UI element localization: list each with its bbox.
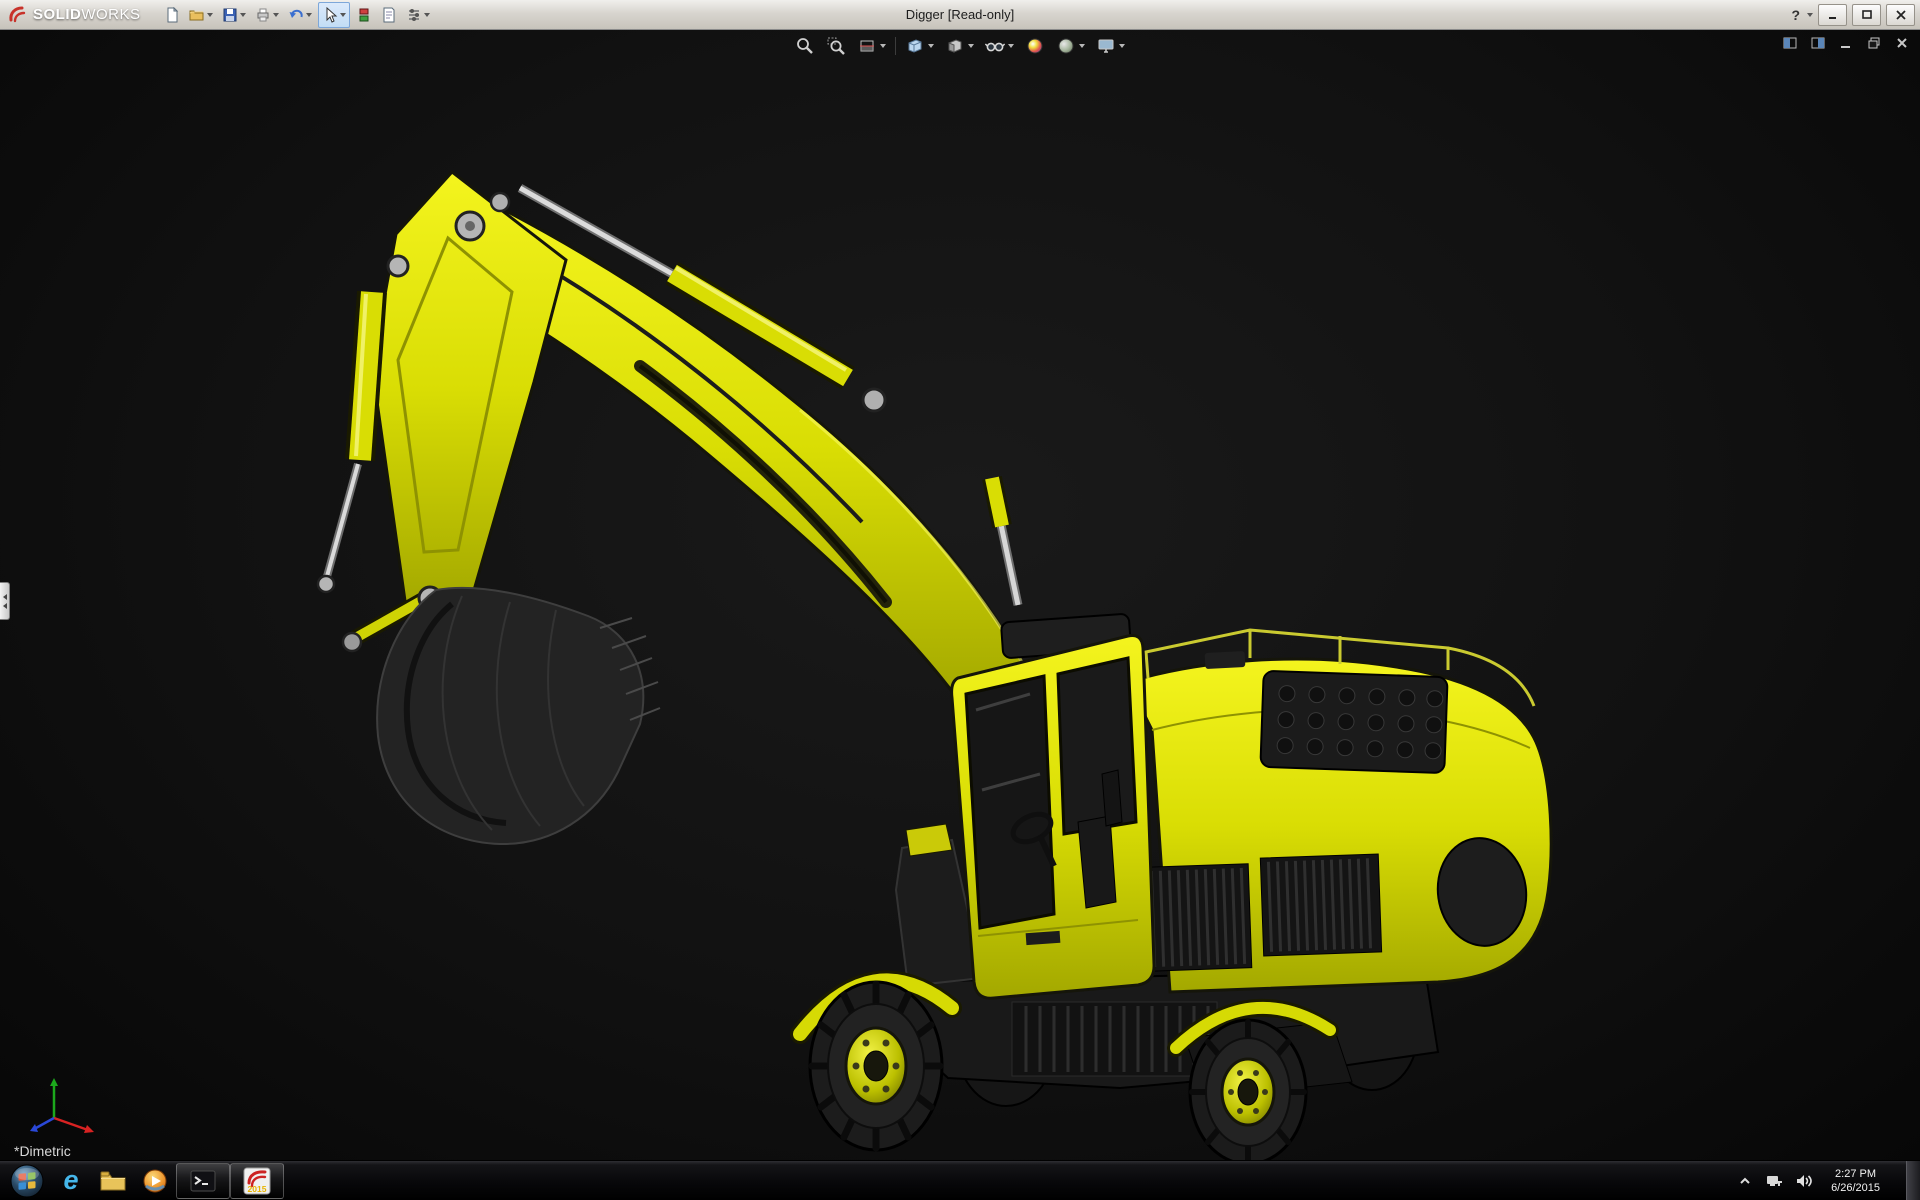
print-button[interactable] — [252, 3, 282, 27]
select-dropdown-arrow[interactable] — [340, 13, 346, 17]
system-tray: 2:27 PM 6/26/2015 — [1737, 1161, 1920, 1200]
start-button[interactable] — [10, 1164, 44, 1198]
windshield — [966, 676, 1054, 928]
internet-explorer-icon: e — [63, 1167, 78, 1194]
open-dropdown-arrow[interactable] — [207, 13, 213, 17]
new-document-icon — [164, 7, 180, 23]
taskbar-windows-explorer[interactable] — [92, 1163, 134, 1199]
hidden-icons-chevron[interactable] — [1737, 1173, 1753, 1189]
cab — [952, 614, 1154, 999]
taskbar-internet-explorer[interactable]: e — [50, 1163, 92, 1199]
close-button[interactable] — [1886, 4, 1915, 26]
open-folder-icon — [189, 7, 205, 23]
new-document-button[interactable] — [161, 3, 183, 27]
folder-icon — [99, 1169, 127, 1193]
minimize-icon — [1827, 9, 1839, 21]
undo-dropdown-arrow[interactable] — [306, 13, 312, 17]
taskbar-media-player[interactable] — [134, 1163, 176, 1199]
taskbar-solidworks[interactable]: 2015 — [230, 1163, 284, 1199]
taskbar-command-prompt[interactable] — [176, 1163, 230, 1199]
save-dropdown-arrow[interactable] — [240, 13, 246, 17]
titlebar[interactable]: SOLIDWORKS — [0, 0, 1920, 30]
options-dropdown-arrow[interactable] — [424, 13, 430, 17]
command-prompt-icon — [190, 1170, 216, 1192]
window-title: Digger [Read-only] — [906, 7, 1014, 22]
undo-button[interactable] — [285, 3, 315, 27]
maximize-icon — [1861, 9, 1873, 21]
windows-start-icon — [10, 1164, 44, 1198]
select-button[interactable] — [318, 2, 350, 28]
options-icon — [406, 7, 422, 23]
media-player-icon — [142, 1168, 168, 1194]
solidworks-logo-icon — [8, 5, 28, 25]
minimize-button[interactable] — [1818, 4, 1847, 26]
undo-icon — [288, 7, 304, 23]
help-button[interactable]: ? — [1791, 7, 1800, 23]
print-dropdown-arrow[interactable] — [273, 13, 279, 17]
rebuild-icon — [356, 7, 372, 23]
close-icon — [1895, 9, 1907, 21]
boom-lift-cylinder — [992, 478, 1018, 605]
maximize-button[interactable] — [1852, 4, 1881, 26]
taskbar: e 2015 — [0, 1160, 1920, 1200]
bucket — [377, 588, 660, 844]
open-button[interactable] — [186, 3, 216, 27]
network-icon[interactable] — [1765, 1173, 1783, 1189]
select-cursor-icon — [322, 7, 338, 23]
task-pane-collapsed-tab[interactable] — [0, 582, 10, 620]
engine-hatch — [1260, 671, 1447, 773]
side-window — [1058, 658, 1136, 834]
view-orientation-label: *Dimetric — [14, 1143, 71, 1159]
brand-text: SOLIDWORKS — [33, 6, 141, 23]
rebuild-button[interactable] — [353, 3, 375, 27]
titlebar-right: ? — [1791, 4, 1920, 26]
file-properties-button[interactable] — [378, 3, 400, 27]
bucket-cylinder — [326, 292, 372, 580]
rear-wheel — [1190, 1020, 1306, 1160]
show-desktop-button[interactable] — [1906, 1161, 1920, 1200]
upper-body — [1116, 630, 1551, 992]
graphics-viewport[interactable]: *Dimetric — [0, 30, 1920, 1160]
print-icon — [255, 7, 271, 23]
options-button[interactable] — [403, 3, 433, 27]
save-button[interactable] — [219, 3, 249, 27]
excavator-model[interactable] — [0, 30, 1920, 1160]
standard-toolbar — [161, 2, 433, 28]
solidworks-brand: SOLIDWORKS — [0, 5, 151, 25]
side-grille-2 — [1260, 854, 1381, 956]
solidworks-year-badge: 2015 — [248, 1184, 267, 1194]
help-dropdown-arrow[interactable] — [1807, 13, 1813, 17]
volume-icon[interactable] — [1795, 1173, 1813, 1189]
save-icon — [222, 7, 238, 23]
reference-triad — [26, 1076, 96, 1136]
clock-date: 6/26/2015 — [1831, 1181, 1880, 1195]
front-wheel — [810, 982, 942, 1150]
clock-time: 2:27 PM — [1831, 1167, 1880, 1181]
taskbar-clock[interactable]: 2:27 PM 6/26/2015 — [1825, 1167, 1886, 1195]
solidworks-taskbar-icon: 2015 — [243, 1167, 271, 1195]
file-properties-icon — [381, 7, 397, 23]
